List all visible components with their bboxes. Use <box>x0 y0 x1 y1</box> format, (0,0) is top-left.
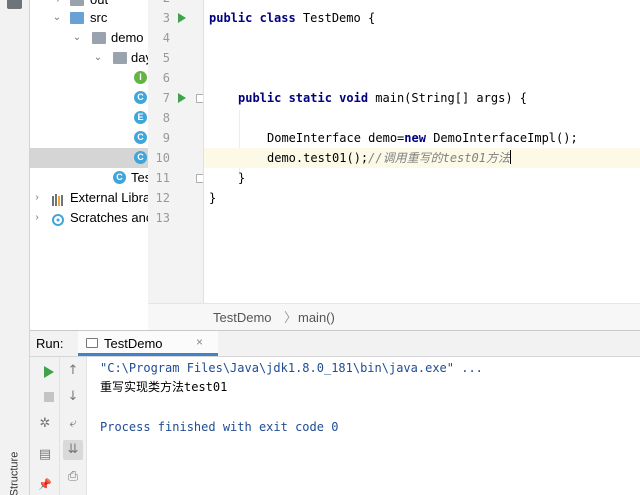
package-icon <box>92 32 106 44</box>
pin-icon: 📌 <box>38 478 52 491</box>
breadcrumb-separator: 〉 <box>284 310 298 325</box>
console-command-line: "C:\Program Files\Java\jdk1.8.0_181\bin\… <box>100 361 483 375</box>
tree-item-class[interactable]: C <box>30 88 148 108</box>
package-icon <box>113 52 127 64</box>
library-icon <box>52 192 66 206</box>
stop-button[interactable] <box>35 387 55 407</box>
run-toolbar-secondary: ↑ ↓ ⤶ ⇊ ⎙ <box>60 357 87 495</box>
line-number: 5 <box>162 51 170 65</box>
tree-item-class[interactable]: C <box>30 128 148 148</box>
code-editor[interactable]: public class TestDemo { public static vo… <box>204 0 640 303</box>
pin-button[interactable]: 📌 <box>35 475 55 495</box>
up-button[interactable]: ↑ <box>63 361 83 381</box>
code-line-12[interactable]: } <box>204 188 640 208</box>
line-number: 2 <box>148 0 170 8</box>
layout-icon: ▤ <box>38 447 52 462</box>
down-button[interactable]: ↓ <box>63 387 83 407</box>
run-toolbar-primary: ✲ ▤ 📌 <box>30 357 60 495</box>
tree-item-day[interactable]: ⌄ day <box>30 48 148 68</box>
source-folder-icon <box>70 12 84 24</box>
line-number: 12 <box>155 191 170 205</box>
line-number: 11 <box>155 171 170 185</box>
print-icon: ⎙ <box>67 469 79 484</box>
tree-item-external-libraries[interactable]: › External Libra <box>30 188 148 208</box>
layout-button[interactable]: ▤ <box>35 445 55 465</box>
tree-item-demo[interactable]: ⌄ demo <box>30 28 148 48</box>
line-number: 13 <box>155 211 170 225</box>
print-button[interactable]: ⎙ <box>63 467 83 487</box>
close-icon[interactable]: × <box>196 335 203 349</box>
stop-icon <box>44 392 54 402</box>
code-line-7[interactable]: public static void main(String[] args) { <box>204 88 640 108</box>
scroll-end-icon: ⇊ <box>67 442 79 457</box>
folder-icon <box>70 0 84 6</box>
console-output-line: 重写实现类方法test01 <box>100 380 228 394</box>
scroll-to-end-button[interactable]: ⇊ <box>63 440 83 460</box>
code-line-3[interactable]: public class TestDemo { <box>204 8 640 28</box>
left-tool-strip: Structure <box>0 0 30 495</box>
chevron-down-icon[interactable]: ⌄ <box>51 8 63 28</box>
tree-item-src[interactable]: ⌄ src <box>30 8 148 28</box>
tree-item-class-selected[interactable]: C <box>30 148 148 168</box>
line-number: 7 <box>162 91 170 105</box>
project-tree: › out ⌄ src ⌄ demo ⌄ day I C E C C C Tes… <box>30 0 148 327</box>
code-line-10-current[interactable]: demo.test01();//调用重写的test01方法 <box>204 148 640 168</box>
tree-item-testdemo[interactable]: C Tes <box>30 168 148 188</box>
chevron-right-icon[interactable]: › <box>31 188 43 208</box>
class-icon: C <box>113 171 126 184</box>
arrow-up-icon: ↑ <box>67 363 79 378</box>
run-console[interactable]: "C:\Program Files\Java\jdk1.8.0_181\bin\… <box>87 357 640 495</box>
code-line-11[interactable]: } <box>204 168 640 188</box>
soft-wrap-button[interactable]: ⤶ <box>63 414 83 434</box>
line-number: 8 <box>162 111 170 125</box>
enum-icon: E <box>134 111 147 124</box>
run-panel-header: Run: TestDemo × <box>30 330 640 357</box>
run-class-icon[interactable] <box>178 13 186 23</box>
chevron-down-icon[interactable]: ⌄ <box>71 28 83 48</box>
line-number: 9 <box>162 131 170 145</box>
text-caret <box>509 150 511 164</box>
tree-item-interface[interactable]: I <box>30 68 148 88</box>
rerun-button[interactable] <box>35 361 55 381</box>
breadcrumb-method[interactable]: main() <box>298 304 335 331</box>
editor-gutter: 2 3 4 5 6 7 8 9 10 11 12 13 <box>148 0 205 303</box>
line-number: 10 <box>155 151 170 165</box>
console-icon <box>86 338 98 348</box>
structure-tool-tab[interactable]: Structure <box>4 450 26 495</box>
run-tab-label: TestDemo <box>104 336 163 351</box>
run-panel-title: Run: <box>36 336 64 351</box>
wrap-icon: ⤶ <box>69 416 77 431</box>
settings-button[interactable]: ✲ <box>35 414 55 434</box>
class-icon: C <box>134 151 147 164</box>
console-exit-line: Process finished with exit code 0 <box>100 420 339 434</box>
class-icon: C <box>134 131 147 144</box>
play-icon <box>44 366 54 378</box>
interface-icon: I <box>134 71 147 84</box>
breadcrumb-class[interactable]: TestDemo <box>213 304 272 331</box>
chevron-right-icon[interactable]: › <box>31 208 43 228</box>
settings-icon: ✲ <box>39 416 51 431</box>
breadcrumb: TestDemo 〉 main() <box>148 303 640 330</box>
arrow-down-icon: ↓ <box>67 389 79 404</box>
structure-tab-label: Structure <box>8 451 21 495</box>
line-number: 6 <box>162 71 170 85</box>
tree-item-enum[interactable]: E <box>30 108 148 128</box>
class-icon: C <box>134 91 147 104</box>
tree-item-scratches[interactable]: › Scratches anc <box>30 208 148 228</box>
line-number: 4 <box>162 31 170 45</box>
chevron-down-icon[interactable]: ⌄ <box>92 48 104 68</box>
run-tab-testdemo[interactable]: TestDemo × <box>78 331 218 356</box>
project-tool-tab[interactable] <box>7 0 22 9</box>
line-number: 3 <box>162 11 170 25</box>
run-method-icon[interactable] <box>178 93 186 103</box>
code-line-9[interactable]: DomeInterface demo=new DemoInterfaceImpl… <box>204 128 640 148</box>
scratches-icon <box>52 212 66 226</box>
